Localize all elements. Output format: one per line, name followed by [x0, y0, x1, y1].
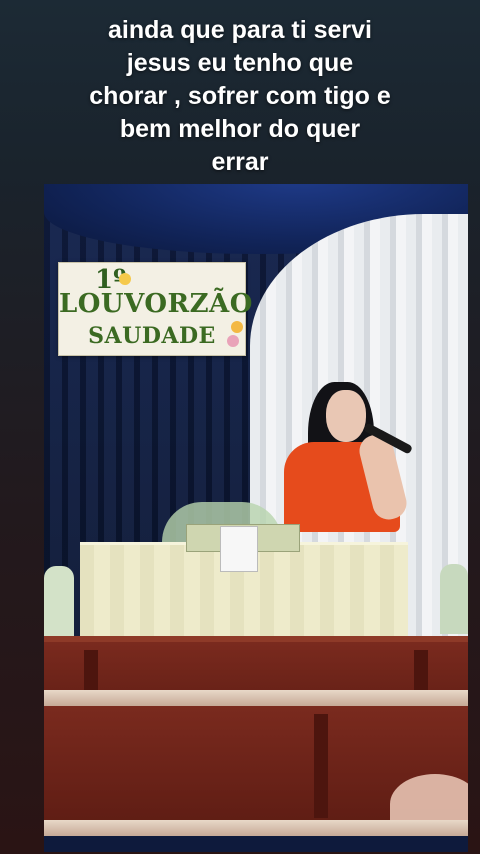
side-chair-left: [44, 566, 74, 636]
qr-paper: [220, 526, 258, 572]
banner-title: LOUVORZÃO: [59, 289, 253, 319]
banner-subtitle: SAUDADE: [88, 323, 216, 349]
flower-icon: [231, 321, 243, 333]
caption-line-5: errar: [211, 148, 269, 176]
video-frame[interactable]: 1º LOUVORZÃO SAUDADE: [44, 184, 468, 852]
pew-post: [414, 650, 428, 690]
caption-line-4: bem melhor do quer: [119, 115, 361, 143]
video-caption: ainda que para ti servi jesus eu tenho q…: [0, 14, 480, 179]
event-banner: 1º LOUVORZÃO SAUDADE: [58, 262, 253, 356]
pew-rail: [44, 820, 468, 836]
caption-line-3: chorar , sofrer com tigo e: [89, 82, 391, 110]
flower-icon: [119, 273, 131, 285]
singer-face: [326, 390, 366, 442]
caption-line-1: ainda que para ti servi: [108, 16, 372, 44]
side-chair-right: [440, 564, 468, 634]
pew-post: [84, 650, 98, 690]
flower-icon: [227, 335, 239, 347]
pew-rail: [44, 690, 468, 706]
caption-line-2: jesus eu tenho que: [126, 49, 354, 77]
pew-post: [314, 714, 328, 818]
